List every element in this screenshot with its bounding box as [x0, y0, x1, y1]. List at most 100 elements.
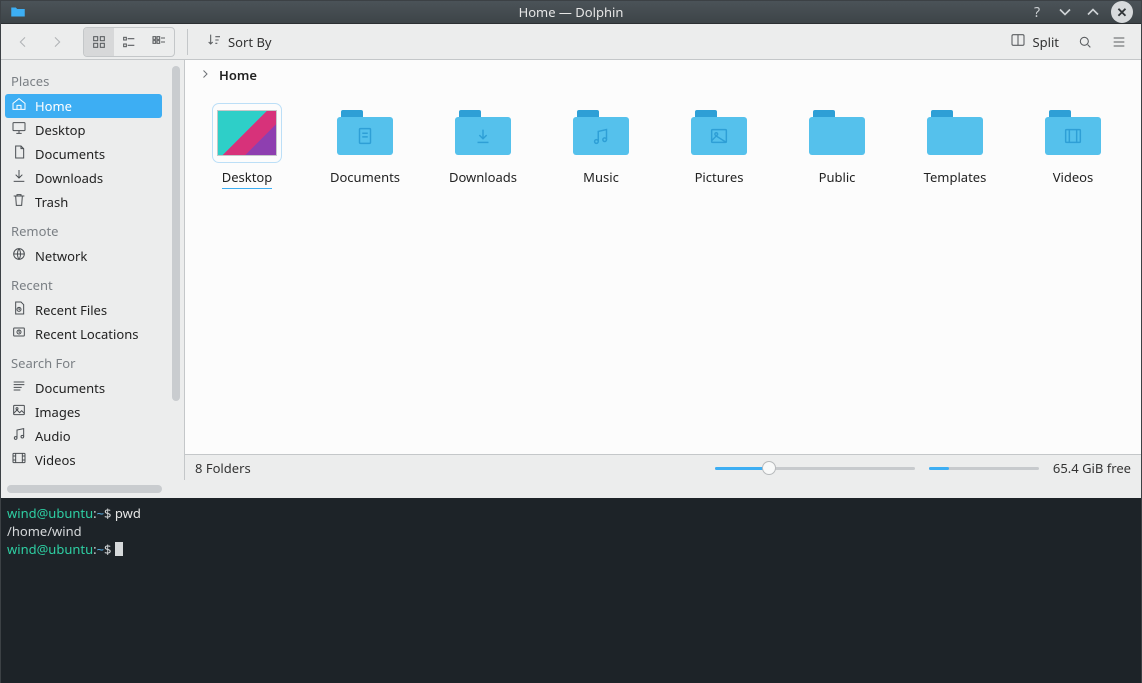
folder-icon: [573, 110, 629, 156]
body: PlacesHomeDesktopDocumentsDownloadsTrash…: [1, 60, 1141, 480]
folder-label: Music: [583, 168, 619, 186]
folder-label: Public: [819, 168, 856, 186]
sidebar-item-label: Desktop: [35, 121, 86, 139]
sidebar-scrollbar[interactable]: [172, 66, 180, 474]
folder-item-pictures[interactable]: Pictures: [679, 108, 759, 186]
sort-by-button[interactable]: Sort By: [200, 28, 278, 56]
sidebar-item-label: Network: [35, 247, 87, 265]
folder-label: Pictures: [695, 168, 744, 186]
desktop-wallpaper-icon: [217, 110, 277, 156]
search-button[interactable]: [1071, 28, 1099, 56]
hamburger-menu-button[interactable]: [1105, 28, 1133, 56]
split-view-button[interactable]: Split: [1004, 28, 1065, 56]
cursor-icon: [115, 542, 123, 556]
sort-by-label: Sort By: [228, 33, 272, 51]
folder-label: Documents: [330, 168, 400, 186]
home-icon: [11, 96, 27, 116]
download-icon: [11, 168, 27, 188]
lines-icon: [11, 378, 27, 398]
view-details-button[interactable]: [144, 28, 174, 56]
disk-usage-bar: [929, 461, 1039, 475]
toolbar-divider: [187, 29, 188, 55]
app-folder-icon: [7, 1, 29, 23]
sidebar-item-label: Videos: [35, 451, 76, 469]
close-icon[interactable]: ✕: [1111, 1, 1133, 23]
sidebar-item-trash[interactable]: Trash: [1, 190, 166, 214]
sidebar-item-home[interactable]: Home: [5, 94, 162, 118]
folder-item-music[interactable]: Music: [561, 108, 641, 186]
trash-icon: [11, 192, 27, 212]
globe-icon: [11, 246, 27, 266]
status-bar: 8 Folders 65.4 GiB free: [185, 454, 1141, 480]
folder-item-templates[interactable]: Templates: [915, 108, 995, 186]
window-title: Home — Dolphin: [519, 3, 624, 21]
folder-item-documents[interactable]: Documents: [325, 108, 405, 186]
titlebar: Home — Dolphin ? ✕: [1, 1, 1141, 23]
nav-back-button[interactable]: [9, 28, 37, 56]
sidebar-section-header: Remote: [1, 214, 166, 244]
status-summary: 8 Folders: [195, 459, 251, 477]
folder-icon: [927, 110, 983, 156]
icon-view[interactable]: Desktop Documents Downloads Music Pictures Pu…: [185, 90, 1141, 454]
terminal-line: wind@ubuntu:~$ pwd: [7, 504, 1135, 522]
sort-icon: [206, 32, 222, 52]
sidebar-item-downloads[interactable]: Downloads: [1, 166, 166, 190]
nav-forward-button[interactable]: [43, 28, 71, 56]
dolphin-main: Sort By Split PlacesHomeDesktopDocuments…: [1, 23, 1141, 683]
view-mode-group: [83, 27, 175, 57]
breadcrumb-home[interactable]: Home: [219, 66, 257, 84]
sidebar-item-sf-videos[interactable]: Videos: [1, 448, 166, 472]
folder-icon: [455, 110, 511, 156]
folder-label: Templates: [924, 168, 987, 186]
disk-free-label: 65.4 GiB free: [1053, 459, 1131, 477]
sidebar-item-label: Images: [35, 403, 80, 421]
content-area: Home Desktop Documents Downloads Music Pictu…: [185, 60, 1141, 480]
zoom-slider[interactable]: [715, 461, 915, 475]
audio-icon: [11, 426, 27, 446]
chevron-right-icon: [199, 66, 211, 84]
folder-item-public[interactable]: Public: [797, 108, 877, 186]
doc-icon: [11, 144, 27, 164]
dolphin-window: Home — Dolphin ? ✕: [0, 0, 1142, 683]
sidebar-section-header: Search For: [1, 346, 166, 376]
sidebar-item-label: Recent Files: [35, 301, 107, 319]
recentloc-icon: [11, 324, 27, 344]
breadcrumb[interactable]: Home: [185, 60, 1141, 90]
sidebar-item-label: Documents: [35, 379, 105, 397]
recentfile-icon: [11, 300, 27, 320]
terminal-panel[interactable]: wind@ubuntu:~$ pwd /home/wind wind@ubunt…: [1, 498, 1141, 683]
folder-icon: [337, 110, 393, 156]
view-icons-button[interactable]: [84, 28, 114, 56]
folder-item-downloads[interactable]: Downloads: [443, 108, 523, 186]
sidebar-item-label: Home: [35, 97, 72, 115]
sidebar-item-label: Documents: [35, 145, 105, 163]
minimize-icon[interactable]: [1055, 2, 1075, 22]
split-label: Split: [1032, 33, 1059, 51]
sidebar-item-recent-files[interactable]: Recent Files: [1, 298, 166, 322]
view-compact-button[interactable]: [114, 28, 144, 56]
sidebar-item-network[interactable]: Network: [1, 244, 166, 268]
folder-icon: [691, 110, 747, 156]
sidebar-item-sf-documents[interactable]: Documents: [1, 376, 166, 400]
monitor-icon: [11, 120, 27, 140]
folder-icon: [1045, 110, 1101, 156]
help-icon[interactable]: ?: [1027, 2, 1047, 22]
sidebar-item-documents[interactable]: Documents: [1, 142, 166, 166]
folder-icon: [809, 110, 865, 156]
folder-label: Desktop: [222, 168, 273, 189]
sidebar-item-desktop[interactable]: Desktop: [1, 118, 166, 142]
folder-item-desktop[interactable]: Desktop: [207, 108, 287, 189]
sidebar-item-recent-locations[interactable]: Recent Locations: [1, 322, 166, 346]
sidebar-item-label: Downloads: [35, 169, 103, 187]
toolbar: Sort By Split: [1, 24, 1141, 60]
folder-item-videos[interactable]: Videos: [1033, 108, 1113, 186]
split-icon: [1010, 32, 1026, 52]
sidebar-item-sf-audio[interactable]: Audio: [1, 424, 166, 448]
folder-label: Downloads: [449, 168, 517, 186]
video-icon: [11, 450, 27, 470]
sidebar-item-sf-images[interactable]: Images: [1, 400, 166, 424]
sidebar-hscroll[interactable]: [1, 480, 1141, 498]
sidebar-item-label: Audio: [35, 427, 71, 445]
sidebar-item-label: Recent Locations: [35, 325, 138, 343]
maximize-icon[interactable]: [1083, 2, 1103, 22]
